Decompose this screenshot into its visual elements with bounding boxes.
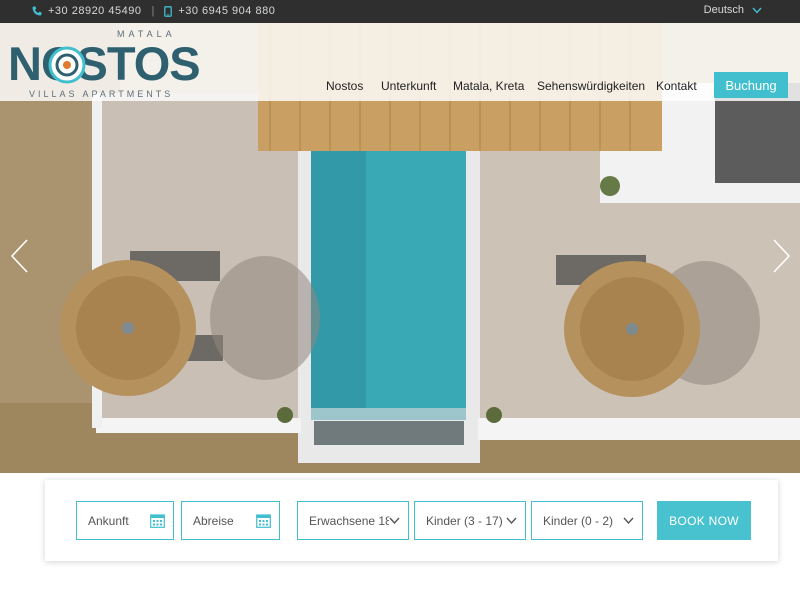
language-label: Deutsch [703, 4, 744, 16]
phone-contact[interactable]: +30 28920 45490 [32, 5, 141, 17]
slider-next-button[interactable] [770, 238, 792, 274]
logo-bottom-word: VILLAS APARTMENTS [29, 89, 174, 99]
book-now-button[interactable]: BOOK NOW [657, 501, 751, 540]
nostos-logo[interactable]: MATALA NOSTOS VILLAS APARTMENTS [6, 27, 206, 101]
arrival-date-input[interactable]: Ankunft [76, 501, 174, 540]
adults-select-value: Erwachsene 18+ [309, 513, 399, 528]
nav-item-unterkunft[interactable]: Unterkunft [381, 79, 436, 93]
children-select-value: Kinder (3 - 17) [426, 513, 503, 528]
infants-select-value: Kinder (0 - 2) [543, 513, 614, 528]
compass-icon [48, 46, 86, 84]
children-select[interactable]: Kinder (3 - 17) [414, 501, 526, 540]
infants-select[interactable]: Kinder (0 - 2) [531, 501, 643, 540]
chevron-down-icon [752, 7, 762, 14]
chevron-down-icon [506, 517, 517, 525]
nav-item-matala-kreta[interactable]: Matala, Kreta [453, 79, 524, 93]
chevron-down-icon [389, 517, 400, 525]
phone-icon [32, 6, 42, 16]
departure-date-input[interactable]: Abreise [181, 501, 280, 540]
mobile-contact[interactable]: +30 6945 904 880 [164, 5, 275, 17]
calendar-icon [150, 514, 165, 528]
chevron-left-icon [10, 239, 28, 273]
logo-main-word: NOSTOS [8, 37, 201, 90]
site-header: MATALA NOSTOS VILLAS APARTMENTS Nostos U… [0, 23, 800, 101]
contact-info: +30 28920 45490 | +30 6945 904 880 [32, 5, 275, 17]
calendar-icon [256, 514, 271, 528]
nav-item-sehenswuerdigkeiten[interactable]: Sehenswürdigkeiten [537, 79, 645, 93]
booking-form: Ankunft Abreise Erwachsene 18+ Kinder (3… [45, 480, 778, 561]
phone-number-1: +30 28920 45490 [48, 5, 142, 17]
arrival-placeholder: Ankunft [88, 513, 129, 528]
chevron-down-icon [623, 517, 634, 525]
departure-placeholder: Abreise [193, 513, 234, 528]
booking-nav-button[interactable]: Buchung [714, 72, 788, 98]
contact-separator: | [151, 5, 155, 17]
nav-item-kontakt[interactable]: Kontakt [656, 79, 697, 93]
language-selector[interactable]: Deutsch [704, 4, 762, 16]
nav-item-nostos[interactable]: Nostos [326, 79, 363, 93]
mobile-icon [164, 5, 173, 17]
phone-number-2: +30 6945 904 880 [178, 5, 276, 17]
chevron-right-icon [773, 239, 791, 273]
top-bar: +30 28920 45490 | +30 6945 904 880 Deuts… [0, 0, 800, 23]
adults-select[interactable]: Erwachsene 18+ [297, 501, 409, 540]
slider-prev-button[interactable] [9, 238, 31, 274]
